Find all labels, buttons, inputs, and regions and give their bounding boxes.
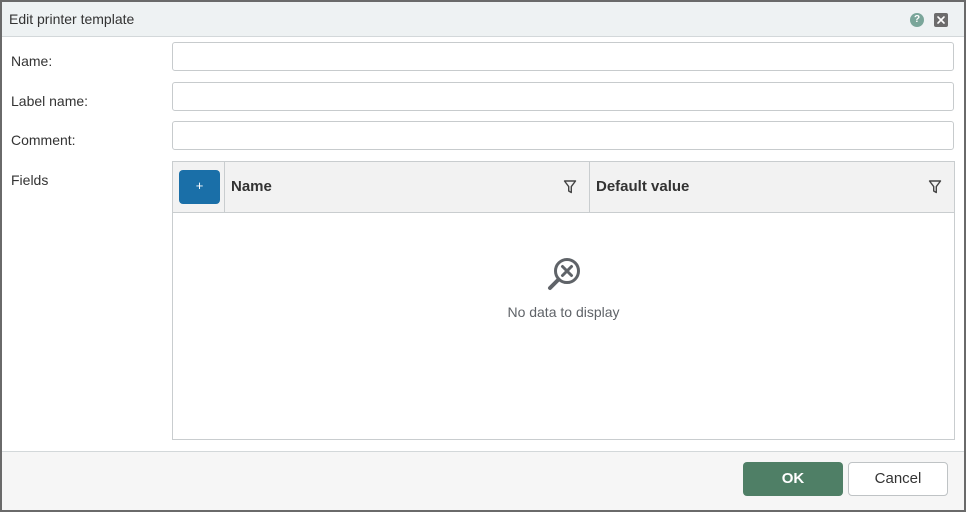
column-header-default-value[interactable]: Default value <box>590 162 954 212</box>
grid-header-add-cell: + <box>173 162 225 212</box>
dialog-titlebar[interactable]: Edit printer template ? <box>2 2 964 37</box>
name-input[interactable] <box>172 42 954 71</box>
column-header-default-value-label: Default value <box>596 178 690 195</box>
label-name-label: Label name: <box>11 93 89 109</box>
column-header-name-label: Name <box>231 178 272 195</box>
ok-button[interactable]: OK <box>743 462 843 496</box>
comment-input[interactable] <box>172 121 954 150</box>
label-name-input[interactable] <box>172 82 954 111</box>
filter-icon[interactable] <box>563 179 577 195</box>
fields-label: Fields <box>11 172 49 188</box>
empty-message: No data to display <box>507 304 620 320</box>
comment-label: Comment: <box>11 132 76 148</box>
name-label: Name: <box>11 53 53 69</box>
close-icon[interactable] <box>934 13 948 27</box>
filter-icon[interactable] <box>928 179 942 195</box>
fields-grid: + Name Default value No data to display <box>172 161 955 440</box>
column-header-name[interactable]: Name <box>225 162 590 212</box>
cancel-button[interactable]: Cancel <box>848 462 948 496</box>
dialog-title: Edit printer template <box>9 11 135 27</box>
edit-printer-template-dialog: Edit printer template ? Name: Label name… <box>0 0 966 512</box>
no-data-magnifier-icon <box>548 258 580 290</box>
help-icon[interactable]: ? <box>910 13 924 27</box>
dialog-footer: OK Cancel <box>2 451 964 510</box>
add-field-button[interactable]: + <box>179 170 220 204</box>
grid-header: + Name Default value <box>173 162 954 213</box>
